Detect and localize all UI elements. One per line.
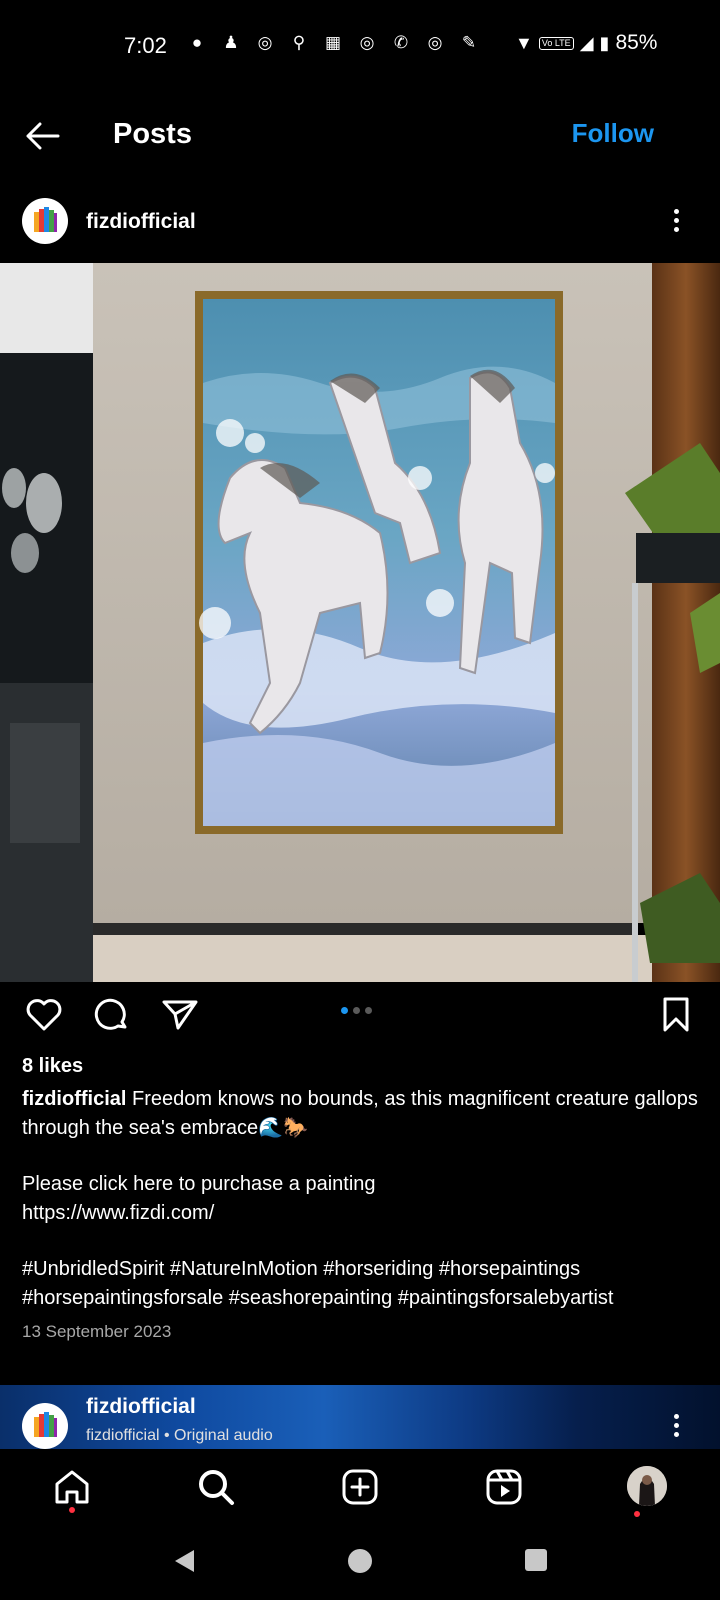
instagram-icon: ◎ xyxy=(427,33,443,52)
like-button[interactable] xyxy=(24,995,64,1035)
post-caption: fizdiofficial Freedom knows no bounds, a… xyxy=(22,1085,702,1313)
tab-reels[interactable] xyxy=(482,1465,526,1509)
square-recents-icon xyxy=(525,1549,547,1571)
avatar[interactable] xyxy=(22,1403,68,1449)
follow-button[interactable]: Follow xyxy=(572,118,654,149)
carousel-dot xyxy=(365,1007,372,1014)
instagram-icon: ◎ xyxy=(359,33,375,52)
top-bar: Posts Follow xyxy=(0,100,720,170)
caption-purchase-text: Please click here to purchase a painting xyxy=(22,1173,376,1195)
tab-profile[interactable] xyxy=(627,1466,667,1506)
triangle-back-icon xyxy=(175,1550,194,1572)
save-button[interactable] xyxy=(656,995,696,1035)
post-image[interactable] xyxy=(0,263,720,982)
nav-back-button[interactable] xyxy=(172,1548,198,1579)
reels-icon xyxy=(486,1469,522,1505)
comment-button[interactable] xyxy=(92,995,132,1035)
calculator-icon: ▦ xyxy=(324,33,342,52)
post-photo xyxy=(0,263,720,982)
status-time: 7:02 xyxy=(124,33,167,58)
more-vertical-icon xyxy=(673,1414,679,1419)
notification-icons: ● ♟ ◎ ⚲ ▦ ◎ ✆ ◎ ✎ xyxy=(186,32,480,54)
wifi-icon: ▼ xyxy=(515,32,533,53)
carousel-indicator xyxy=(341,1007,372,1014)
caption-hashtags[interactable]: #UnbridledSpirit #NatureInMotion #horser… xyxy=(22,1255,702,1313)
more-options-button[interactable] xyxy=(670,1411,682,1443)
nav-recents-button[interactable] xyxy=(524,1548,548,1577)
send-icon xyxy=(162,1000,198,1030)
status-bar: 7:02 ● ♟ ◎ ⚲ ▦ ◎ ✆ ◎ ✎ ▼ Vo LTE ◢ ▮ 85% xyxy=(0,0,720,90)
heart-icon xyxy=(26,999,62,1031)
ticket-icon: ✎ xyxy=(461,33,477,52)
instagram-icon: ◎ xyxy=(257,33,273,52)
arrow-left-icon xyxy=(26,122,60,150)
post-header: fizdiofficial xyxy=(0,198,720,248)
brand-logo-icon xyxy=(34,207,57,232)
comment-icon xyxy=(94,998,127,1030)
system-nav-bar xyxy=(0,1530,720,1600)
avatar[interactable] xyxy=(22,198,68,244)
volte-badge: Vo LTE xyxy=(538,36,574,50)
notification-dot xyxy=(69,1507,75,1513)
message-icon: ● xyxy=(191,33,203,52)
circle-home-icon xyxy=(348,1549,372,1573)
battery-percent: 85% xyxy=(615,31,658,54)
notification-dot xyxy=(634,1511,640,1517)
likes-count[interactable]: 8 likes xyxy=(22,1055,83,1078)
home-icon xyxy=(55,1470,89,1504)
bookmark-icon xyxy=(663,997,689,1032)
cell-signal-icon: ◢ xyxy=(579,32,594,53)
tab-search[interactable] xyxy=(194,1465,238,1509)
next-post-audio[interactable]: fizdiofficial • Original audio xyxy=(86,1427,273,1445)
profile-avatar xyxy=(627,1466,667,1506)
post-username[interactable]: fizdiofficial xyxy=(86,210,196,234)
plus-square-icon xyxy=(342,1469,378,1505)
next-post-header: fizdiofficial fizdiofficial • Original a… xyxy=(0,1385,720,1449)
more-options-button[interactable] xyxy=(670,206,682,238)
caption-username[interactable]: fizdiofficial xyxy=(22,1088,126,1110)
tab-home[interactable] xyxy=(50,1465,94,1513)
brand-logo-icon xyxy=(34,1412,57,1437)
tab-create[interactable] xyxy=(338,1465,382,1509)
more-vertical-icon xyxy=(673,209,679,214)
caption-link[interactable]: https://www.fizdi.com/ xyxy=(22,1199,702,1228)
share-button[interactable] xyxy=(160,995,200,1035)
whatsapp-icon: ✆ xyxy=(393,33,409,52)
carousel-dot-active xyxy=(341,1007,348,1014)
location-icon: ⚲ xyxy=(292,33,306,52)
nav-home-button[interactable] xyxy=(347,1548,373,1579)
battery-icon: ▮ xyxy=(599,32,610,53)
post-date: 13 September 2023 xyxy=(22,1322,172,1341)
back-button[interactable] xyxy=(20,114,64,158)
bottom-tab-bar xyxy=(0,1449,720,1529)
snapchat-icon: ♟ xyxy=(223,33,239,52)
page-title: Posts xyxy=(113,118,192,150)
post-actions xyxy=(0,995,720,1045)
search-icon xyxy=(199,1470,234,1505)
carousel-dot xyxy=(353,1007,360,1014)
next-post-username[interactable]: fizdiofficial xyxy=(86,1395,196,1419)
system-icons: ▼ Vo LTE ◢ ▮ 85% xyxy=(515,31,657,55)
